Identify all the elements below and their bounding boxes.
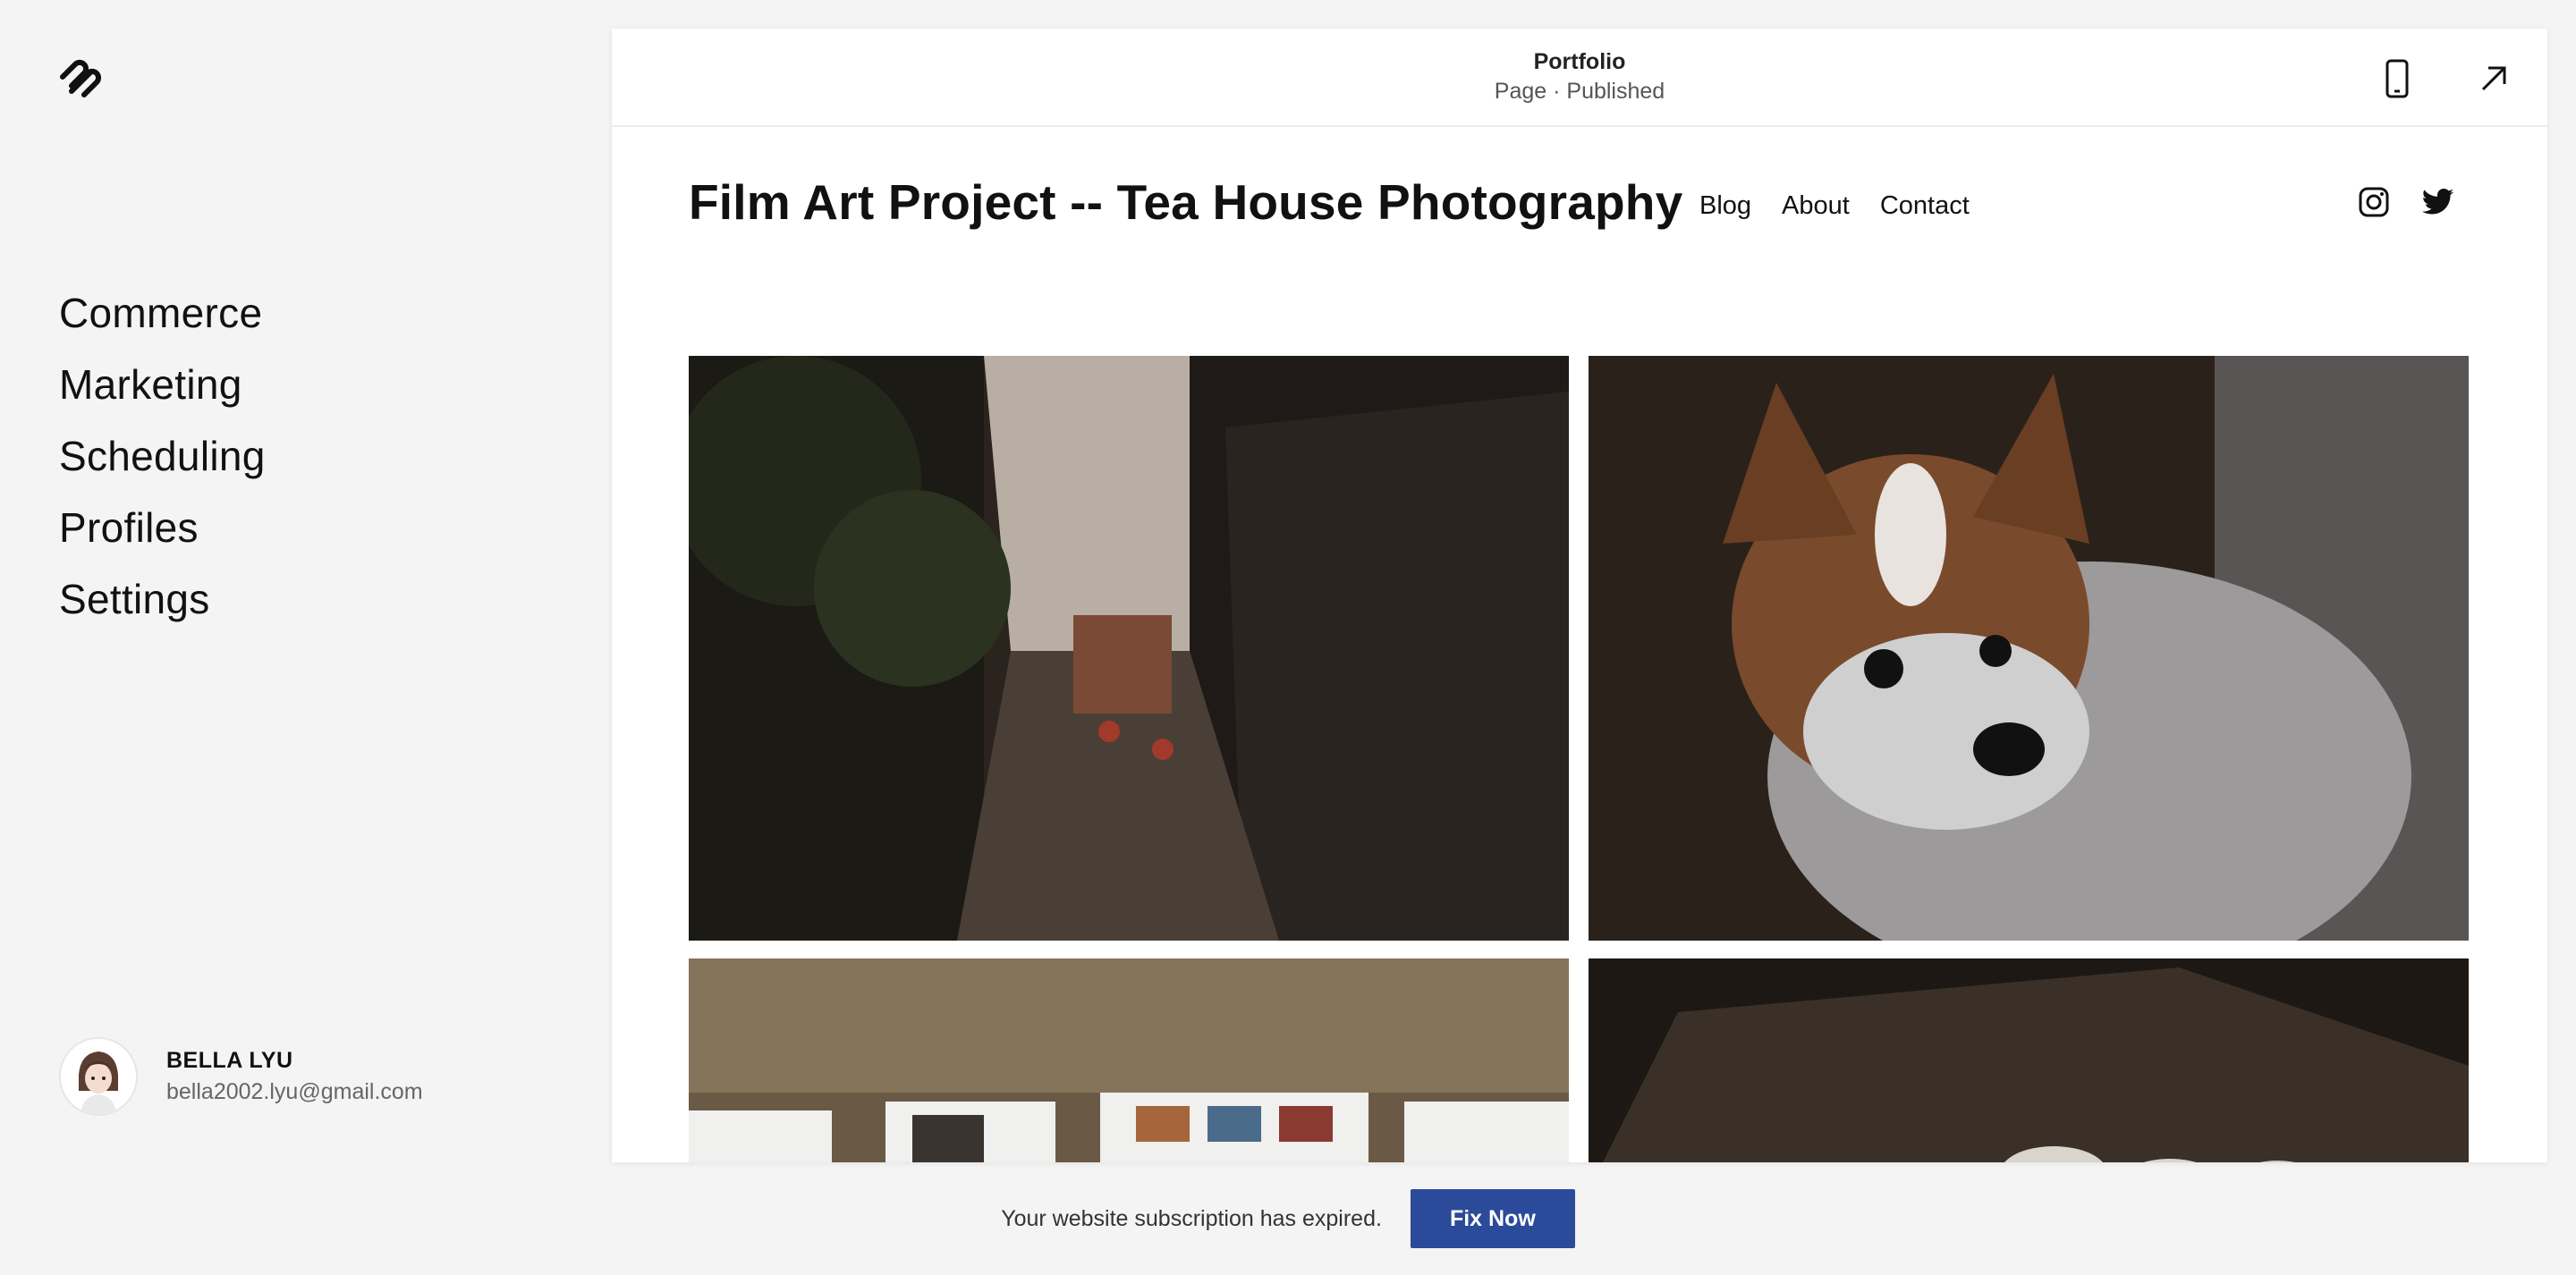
- open-external-icon[interactable]: [2474, 57, 2513, 100]
- profile-card[interactable]: BELLA LYU bella2002.lyu@gmail.com: [59, 1037, 423, 1116]
- site-nav-about[interactable]: About: [1782, 191, 1850, 221]
- gallery-photo-dog[interactable]: [1589, 356, 2469, 941]
- preview-header: Portfolio Page · Published: [612, 29, 2547, 127]
- mobile-preview-icon[interactable]: [2377, 57, 2417, 100]
- gallery-photo-tea[interactable]: [1589, 958, 2469, 1162]
- gallery-photo-alley[interactable]: [689, 356, 1569, 941]
- twitter-icon[interactable]: [2420, 184, 2456, 220]
- subscription-message: Your website subscription has expired.: [1001, 1205, 1382, 1231]
- avatar: [59, 1037, 138, 1116]
- profile-email: bella2002.lyu@gmail.com: [166, 1079, 423, 1104]
- gallery-photo-wall[interactable]: [689, 958, 1569, 1162]
- sidebar-item-profiles[interactable]: Profiles: [59, 492, 266, 563]
- squarespace-logo-icon[interactable]: [55, 52, 109, 106]
- subscription-banner: Your website subscription has expired. F…: [0, 1162, 2576, 1275]
- sidebar-item-settings[interactable]: Settings: [59, 563, 266, 635]
- site-nav: Blog About Contact: [1699, 191, 1970, 221]
- site-title[interactable]: Film Art Project -- Tea House Photograph…: [689, 173, 1682, 231]
- sidebar-nav: Commerce Marketing Scheduling Profiles S…: [59, 277, 266, 635]
- profile-name: BELLA LYU: [166, 1048, 293, 1073]
- fix-now-button[interactable]: Fix Now: [1410, 1189, 1575, 1248]
- site-header: Film Art Project -- Tea House Photograph…: [612, 127, 2547, 279]
- sidebar-item-scheduling[interactable]: Scheduling: [59, 420, 266, 492]
- profile-text: BELLA LYU bella2002.lyu@gmail.com: [166, 1048, 423, 1105]
- instagram-icon[interactable]: [2356, 184, 2392, 220]
- app-root: Commerce Marketing Scheduling Profiles S…: [0, 0, 2576, 1275]
- page-status: Page · Published: [1494, 79, 1665, 104]
- site-nav-contact[interactable]: Contact: [1880, 191, 1970, 221]
- page-title: Portfolio: [1533, 49, 1626, 74]
- site-nav-blog[interactable]: Blog: [1699, 191, 1751, 221]
- sidebar-item-marketing[interactable]: Marketing: [59, 349, 266, 420]
- sidebar: Commerce Marketing Scheduling Profiles S…: [0, 0, 612, 1275]
- page-preview-panel: Portfolio Page · Published Film Art Proj…: [612, 29, 2547, 1162]
- sidebar-item-commerce[interactable]: Commerce: [59, 277, 266, 349]
